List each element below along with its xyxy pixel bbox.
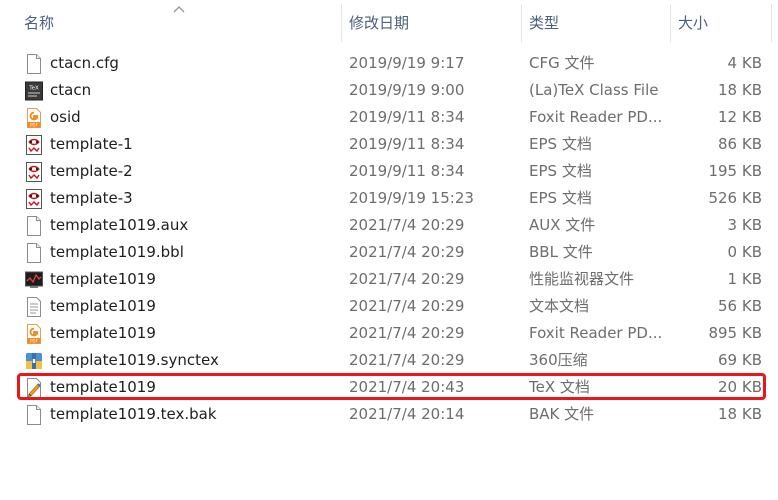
file-size: 895 KB (708, 324, 762, 342)
file-name: template-3 (50, 189, 133, 207)
file-row[interactable]: PDF osid 2019/9/11 8:34 Foxit Reader PD... 1… (0, 104, 778, 131)
file-date: 2019/9/11 8:34 (349, 108, 465, 126)
column-divider[interactable] (521, 4, 522, 42)
file-type: (La)TeX Class File (529, 81, 659, 99)
file-row[interactable]: template-1 2019/9/11 8:34 EPS 文档 86 KB (0, 131, 778, 158)
file-name: template1019.tex.bak (50, 405, 217, 423)
tex-class-icon: TeX (25, 81, 43, 101)
column-divider[interactable] (341, 4, 342, 42)
file-row[interactable]: ctacn.cfg 2019/9/19 9:17 CFG 文件 4 KB (0, 50, 778, 77)
file-row[interactable]: template1019 2021/7/4 20:29 性能监视器文件 1 KB (0, 266, 778, 293)
file-size: 526 KB (708, 189, 762, 207)
archive-icon (25, 351, 43, 371)
file-name: ctacn.cfg (50, 54, 119, 72)
file-date: 2021/7/4 20:29 (349, 243, 465, 261)
file-type: EPS 文档 (529, 189, 592, 207)
blank-file-icon (25, 216, 43, 236)
file-type: 文本文档 (529, 297, 590, 315)
file-date: 2021/7/4 20:29 (349, 324, 465, 342)
eps-icon (25, 135, 43, 155)
file-size: 195 KB (708, 162, 762, 180)
file-row[interactable]: PDF template1019 2021/7/4 20:29 Foxit Reade… (0, 320, 778, 347)
pdf-icon: PDF (25, 324, 43, 344)
file-name: osid (50, 108, 81, 126)
file-date: 2019/9/19 9:00 (349, 81, 465, 99)
file-date: 2021/7/4 20:29 (349, 351, 465, 369)
file-size: 69 KB (718, 351, 762, 369)
file-name: ctacn (50, 81, 92, 99)
file-row[interactable]: template1019.tex.bak 2021/7/4 20:14 BAK 文件… (0, 401, 778, 428)
eps-icon (25, 189, 43, 209)
file-date: 2019/9/19 9:17 (349, 54, 465, 72)
text-file-icon (25, 297, 43, 317)
file-name: template1019.synctex (50, 351, 219, 369)
pdf-icon: PDF (25, 108, 43, 128)
file-row[interactable]: TeX ctacn 2019/9/19 9:00 (La)TeX Class File… (0, 77, 778, 104)
file-size: 86 KB (718, 135, 762, 153)
file-name: template-2 (50, 162, 133, 180)
file-size: 0 KB (727, 243, 762, 261)
file-name: template1019.bbl (50, 243, 184, 261)
column-header-type-label: 类型 (529, 13, 560, 32)
column-header-name[interactable]: 名称 (24, 0, 334, 44)
blank-file-icon (25, 54, 43, 74)
file-type: 360压缩 (529, 351, 588, 369)
file-name: template1019 (50, 324, 156, 342)
file-date: 2019/9/11 8:34 (349, 162, 465, 180)
file-type: BAK 文件 (529, 405, 595, 423)
file-type: Foxit Reader PD... (529, 324, 663, 342)
file-size: 18 KB (718, 81, 762, 99)
file-size: 18 KB (718, 405, 762, 423)
file-name: template1019 (50, 297, 156, 315)
file-name: template1019 (50, 270, 156, 288)
file-type: EPS 文档 (529, 135, 592, 153)
svg-text:PDF: PDF (30, 122, 38, 127)
perfmon-icon (25, 270, 43, 290)
column-divider[interactable] (771, 4, 772, 42)
file-size: 3 KB (727, 216, 762, 234)
column-divider[interactable] (670, 4, 671, 42)
column-header-size-label: 大小 (678, 13, 709, 32)
svg-text:PDF: PDF (30, 338, 38, 343)
blank-file-icon (25, 243, 43, 263)
file-row[interactable]: template1019 2021/7/4 20:29 文本文档 56 KB (0, 293, 778, 320)
eps-icon (25, 162, 43, 182)
blank-file-icon (25, 405, 43, 425)
file-date: 2021/7/4 20:29 (349, 216, 465, 234)
file-type: AUX 文件 (529, 216, 596, 234)
file-row[interactable]: template1019.synctex 2021/7/4 20:29 360压缩 6… (0, 347, 778, 374)
file-name: template1019.aux (50, 216, 189, 234)
file-date: 2021/7/4 20:29 (349, 270, 465, 288)
file-date: 2021/7/4 20:29 (349, 297, 465, 315)
column-header-name-label: 名称 (24, 13, 55, 32)
file-date: 2019/9/11 8:34 (349, 135, 465, 153)
file-type: BBL 文件 (529, 243, 593, 261)
file-row[interactable]: template1019.aux 2021/7/4 20:29 AUX 文件 3 KB (0, 212, 778, 239)
file-size: 4 KB (727, 54, 762, 72)
column-header-date-label: 修改日期 (349, 13, 410, 32)
file-size: 12 KB (718, 108, 762, 126)
file-type: EPS 文档 (529, 162, 592, 180)
file-date: 2019/9/19 15:23 (349, 189, 474, 207)
column-header-bar: 名称 修改日期 类型 大小 (0, 0, 778, 44)
file-size: 1 KB (727, 270, 762, 288)
file-name: template-1 (50, 135, 133, 153)
file-row[interactable]: template-2 2019/9/11 8:34 EPS 文档 195 KB (0, 158, 778, 185)
file-type: 性能监视器文件 (529, 270, 635, 288)
svg-text:TeX: TeX (28, 86, 39, 92)
file-type: CFG 文件 (529, 54, 595, 72)
column-header-date[interactable]: 修改日期 (349, 0, 514, 44)
file-size: 56 KB (718, 297, 762, 315)
column-header-type[interactable]: 类型 (529, 0, 664, 44)
file-row[interactable]: template-3 2019/9/19 15:23 EPS 文档 526 KB (0, 185, 778, 212)
file-date: 2021/7/4 20:14 (349, 405, 465, 423)
column-header-size[interactable]: 大小 (678, 0, 768, 44)
file-row[interactable]: template1019.bbl 2021/7/4 20:29 BBL 文件 0 KB (0, 239, 778, 266)
file-type: Foxit Reader PD... (529, 108, 663, 126)
red-highlight-box (17, 373, 766, 400)
